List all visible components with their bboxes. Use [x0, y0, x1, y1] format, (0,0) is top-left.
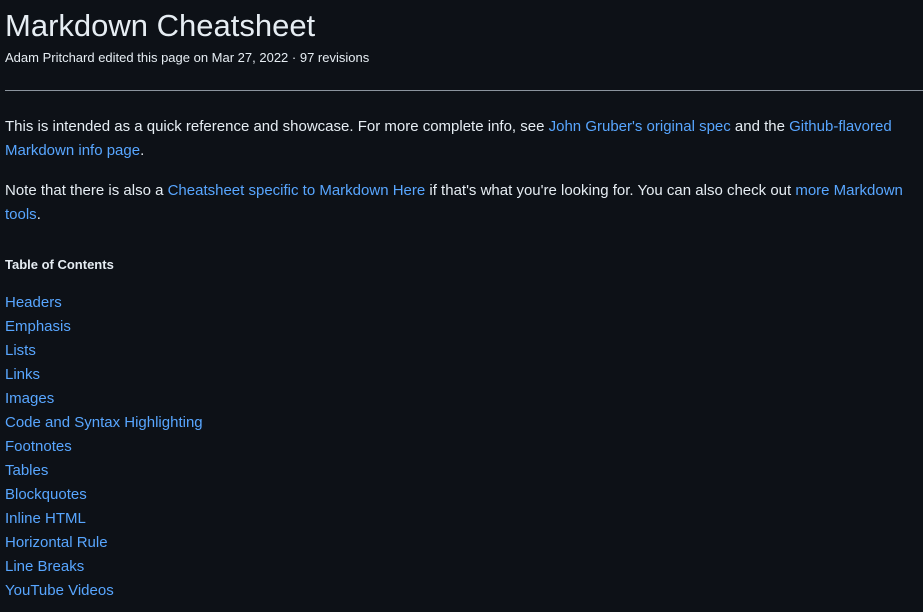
toc-item: YouTube Videos	[5, 579, 923, 603]
toc-link-links[interactable]: Links	[5, 366, 40, 383]
toc-link-code-syntax[interactable]: Code and Syntax Highlighting	[5, 414, 203, 431]
toc-link-lists[interactable]: Lists	[5, 342, 36, 359]
toc-link-footnotes[interactable]: Footnotes	[5, 438, 72, 455]
toc-item: Lists	[5, 339, 923, 363]
intro-text: .	[140, 142, 145, 159]
toc-link-tables[interactable]: Tables	[5, 462, 48, 479]
note-text: Note that there is also a	[5, 182, 168, 199]
note-text: .	[36, 206, 41, 223]
toc-link-blockquotes[interactable]: Blockquotes	[5, 486, 87, 503]
wiki-page: Markdown Cheatsheet Adam Pritchard edite…	[0, 0, 923, 603]
intro-text: and the	[730, 118, 790, 135]
toc-link-headers[interactable]: Headers	[5, 294, 62, 311]
toc-link-youtube-videos[interactable]: YouTube Videos	[5, 582, 114, 599]
toc-item: Line Breaks	[5, 555, 923, 579]
page-title: Markdown Cheatsheet	[5, 8, 316, 43]
intro-paragraph: This is intended as a quick reference an…	[5, 115, 923, 163]
page-revision-meta: Adam Pritchard edited this page on Mar 2…	[5, 50, 370, 65]
toc-item: Inline HTML	[5, 507, 923, 531]
title-divider	[5, 90, 923, 91]
toc-item: Headers	[5, 291, 923, 315]
note-text: if that's what you're looking for. You c…	[425, 182, 796, 199]
toc-item: Links	[5, 363, 923, 387]
toc-item: Images	[5, 387, 923, 411]
toc-link-horizontal-rule[interactable]: Horizontal Rule	[5, 534, 108, 551]
toc-link-line-breaks[interactable]: Line Breaks	[5, 558, 84, 575]
toc-item: Horizontal Rule	[5, 531, 923, 555]
toc-item: Code and Syntax Highlighting	[5, 411, 923, 435]
note-paragraph: Note that there is also a Cheatsheet spe…	[5, 179, 923, 227]
toc-item: Emphasis	[5, 315, 923, 339]
toc-item: Blockquotes	[5, 483, 923, 507]
toc-list: Headers Emphasis Lists Links Images Code…	[5, 291, 923, 603]
toc-link-images[interactable]: Images	[5, 390, 54, 407]
intro-text: This is intended as a quick reference an…	[5, 118, 549, 135]
toc-item: Tables	[5, 459, 923, 483]
toc-item: Footnotes	[5, 435, 923, 459]
markdown-here-cheatsheet-link[interactable]: Cheatsheet specific to Markdown Here	[168, 182, 426, 199]
toc-heading: Table of Contents	[5, 257, 114, 272]
toc-link-inline-html[interactable]: Inline HTML	[5, 510, 86, 527]
toc-link-emphasis[interactable]: Emphasis	[5, 318, 71, 335]
gruber-spec-link[interactable]: John Gruber's original spec	[549, 118, 731, 135]
